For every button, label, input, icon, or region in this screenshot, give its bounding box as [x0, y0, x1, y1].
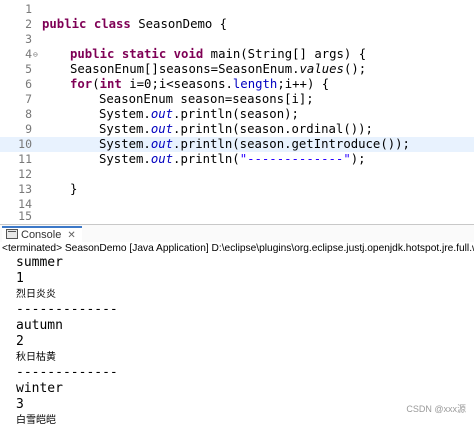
close-icon[interactable]: ✕ [67, 230, 75, 241]
code-line[interactable]: 8 System.out.println(season); [0, 107, 474, 122]
code-line[interactable]: 9 System.out.println(season.ordinal()); [0, 122, 474, 137]
output-line: winter [16, 381, 63, 396]
code-text: } [70, 182, 78, 196]
output-line: ------------- [16, 302, 118, 317]
line-number: 7 [25, 92, 32, 106]
code-text: SeasonEnum season=seasons[i]; [99, 92, 314, 106]
current-code-line[interactable]: 10 System.out.println(season.getIntroduc… [0, 137, 474, 152]
output-line: 3 [16, 397, 24, 412]
line-number: 12 [18, 167, 32, 181]
output-line: ------------- [16, 365, 118, 380]
output-line: 白雪皑皑 [16, 415, 56, 426]
code-line[interactable]: 15 [0, 209, 474, 223]
code-text: System.out.println(season.getIntroduce()… [99, 137, 410, 151]
output-line: 烈日炎炎 [16, 289, 56, 300]
code-text: for(int i=0;i<seasons.length;i++) { [70, 77, 330, 91]
fold-marker-icon[interactable]: ⊖ [33, 47, 38, 62]
code-line[interactable]: 6 for(int i=0;i<seasons.length;i++) { [0, 77, 474, 92]
code-text: System.out.println("-------------"); [99, 152, 366, 166]
code-line[interactable]: 2 public class SeasonDemo { [0, 17, 474, 32]
line-number: 8 [25, 107, 32, 121]
line-number: 2 [25, 17, 32, 31]
code-line[interactable]: 12 [0, 167, 474, 182]
console-view-header: Console ✕ [0, 224, 474, 243]
code-line[interactable]: 13 } [0, 182, 474, 197]
line-number: 4 [25, 47, 32, 61]
code-text: System.out.println(season); [99, 107, 299, 121]
line-number: 15 [18, 209, 32, 223]
code-text: public static void main(String[] args) { [70, 47, 367, 61]
line-number: 3 [25, 32, 32, 46]
output-line: 2 [16, 334, 24, 349]
line-number: 9 [25, 122, 32, 136]
console-tab-label: Console [21, 229, 62, 241]
console-icon [6, 229, 18, 239]
console-status-line: <terminated> SeasonDemo [Java Applicatio… [2, 243, 474, 254]
code-line[interactable]: 3 [0, 32, 474, 47]
code-line[interactable]: 1 [0, 2, 474, 17]
line-number: 1 [25, 2, 32, 16]
line-number: 11 [18, 152, 32, 166]
line-number: 10 [18, 137, 32, 151]
line-number: 13 [18, 182, 32, 196]
code-line[interactable]: 4 ⊖ public static void main(String[] arg… [0, 47, 474, 62]
output-line: autumn [16, 318, 63, 333]
code-line[interactable]: 11 System.out.println("-------------"); [0, 152, 474, 167]
console-output[interactable]: summer 1 烈日炎炎 ------------- autumn 2 秋日枯… [0, 255, 474, 426]
code-line[interactable]: 7 SeasonEnum season=seasons[i]; [0, 92, 474, 107]
tab-console[interactable]: Console ✕ [2, 226, 82, 243]
code-line[interactable]: 5 SeasonEnum[]seasons=SeasonEnum.values(… [0, 62, 474, 77]
code-text: SeasonEnum[]seasons=SeasonEnum.values(); [70, 62, 367, 76]
watermark: CSDN @xxx源 [406, 404, 466, 414]
code-text: public class SeasonDemo { [42, 17, 228, 31]
code-editor[interactable]: 1 2 public class SeasonDemo { 3 4 ⊖ publ… [0, 0, 474, 224]
line-number: 6 [25, 77, 32, 91]
output-line: 秋日枯黄 [16, 352, 56, 363]
output-line: 1 [16, 271, 24, 286]
output-line: summer [16, 255, 63, 270]
code-text: System.out.println(season.ordinal()); [99, 122, 373, 136]
line-number: 5 [25, 62, 32, 76]
